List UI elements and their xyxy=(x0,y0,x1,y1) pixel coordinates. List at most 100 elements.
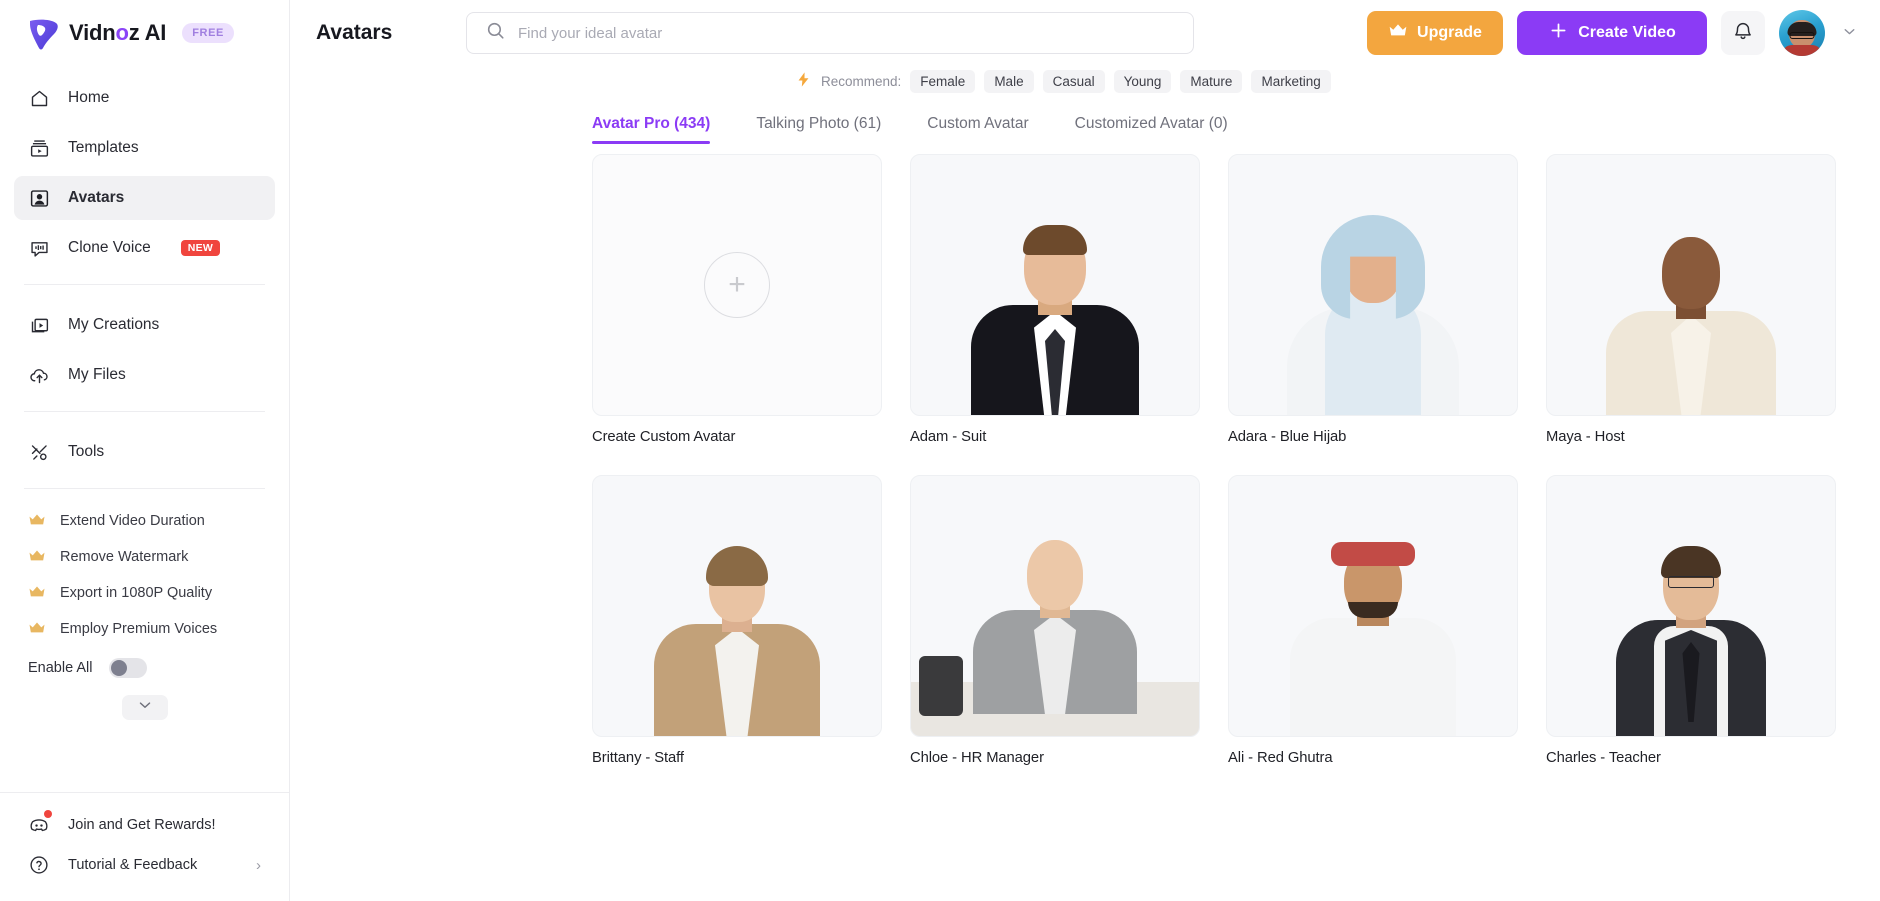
crown-icon xyxy=(28,620,46,638)
toggle-knob xyxy=(110,660,127,676)
premium-perks-list: Extend Video Duration Remove Watermark E… xyxy=(0,497,289,647)
crown-icon xyxy=(1388,22,1408,44)
avatar-grid-scroll[interactable]: + Create Custom Avatar Adam - Suit Adara… xyxy=(290,144,1880,901)
sidebar-item-label: Clone Voice xyxy=(68,239,151,256)
avatar-tabs: Avatar Pro (434) Talking Photo (61) Cust… xyxy=(290,96,1880,144)
perk-label: Export in 1080P Quality xyxy=(60,585,213,601)
avatar-thumbnail[interactable] xyxy=(592,475,882,737)
sidebar-item-join-rewards[interactable]: Join and Get Rewards! xyxy=(14,805,275,845)
avatar-card-charles-teacher[interactable]: Charles - Teacher xyxy=(1546,475,1836,766)
account-chevron-down-icon[interactable] xyxy=(1841,23,1858,43)
brand-name-o: o xyxy=(115,20,129,45)
sidebar-item-tutorial-feedback[interactable]: Tutorial & Feedback › xyxy=(14,845,275,885)
avatar-thumbnail[interactable] xyxy=(1546,154,1836,416)
recommend-row: Recommend: Female Male Casual Young Matu… xyxy=(290,66,1880,96)
tab-customized-avatar[interactable]: Customized Avatar (0) xyxy=(1075,115,1228,144)
sidebar-item-label: Home xyxy=(68,89,110,106)
primary-nav: Home Templates Avatars Clone Voice NEW xyxy=(0,66,289,276)
avatar-card-ali-red-ghutra[interactable]: Ali - Red Ghutra xyxy=(1228,475,1518,766)
avatar-grid: + Create Custom Avatar Adam - Suit Adara… xyxy=(592,154,1858,766)
recommend-tag-casual[interactable]: Casual xyxy=(1042,69,1105,93)
avatar-thumbnail[interactable] xyxy=(1228,475,1518,737)
brand-name-part1: Vidn xyxy=(69,20,116,45)
notifications-button[interactable] xyxy=(1721,11,1765,55)
perk-export-1080p[interactable]: Export in 1080P Quality xyxy=(14,575,275,611)
sidebar-item-label: Avatars xyxy=(68,189,125,206)
avatar-figure xyxy=(1547,155,1835,415)
avatar-card-adam-suit[interactable]: Adam - Suit xyxy=(910,154,1200,445)
avatar-thumbnail[interactable] xyxy=(910,154,1200,416)
avatar[interactable] xyxy=(1779,10,1825,56)
avatar-thumbnail[interactable] xyxy=(910,475,1200,737)
avatar-figure xyxy=(1229,155,1517,415)
tab-talking-photo[interactable]: Talking Photo (61) xyxy=(756,115,881,144)
sidebar-item-my-creations[interactable]: My Creations xyxy=(14,303,275,347)
avatar-thumbnail[interactable]: + xyxy=(592,154,882,416)
sidebar-item-templates[interactable]: Templates xyxy=(14,126,275,170)
chevron-down-icon xyxy=(136,696,154,719)
upgrade-button[interactable]: Upgrade xyxy=(1367,11,1503,55)
my-creations-icon xyxy=(28,314,50,336)
recommend-tag-mature[interactable]: Mature xyxy=(1180,69,1243,93)
brand-name-part2: z AI xyxy=(128,20,167,45)
avatar-card-label: Maya - Host xyxy=(1546,429,1625,445)
top-bar: Avatars Upgrade xyxy=(290,0,1880,66)
search-bar[interactable] xyxy=(466,12,1194,54)
recommend-label: Recommend: xyxy=(821,73,902,89)
sidebar-item-my-files[interactable]: My Files xyxy=(14,353,275,397)
create-video-button-label: Create Video xyxy=(1578,24,1676,41)
enable-all-label: Enable All xyxy=(28,660,93,676)
sidebar-item-tools[interactable]: Tools xyxy=(14,430,275,474)
recommend-tag-female[interactable]: Female xyxy=(910,69,976,93)
perk-label: Extend Video Duration xyxy=(60,513,205,529)
avatar-card-create-custom[interactable]: + Create Custom Avatar xyxy=(592,154,882,445)
avatar-thumbnail[interactable] xyxy=(1546,475,1836,737)
recommend-tag-young[interactable]: Young xyxy=(1113,69,1172,93)
create-video-button[interactable]: Create Video xyxy=(1517,11,1707,55)
recommend-tag-marketing[interactable]: Marketing xyxy=(1251,69,1331,93)
avatar-card-chloe-hr-manager[interactable]: Chloe - HR Manager xyxy=(910,475,1200,766)
sidebar-item-label: My Files xyxy=(68,366,126,383)
avatar-shirt xyxy=(1782,45,1822,56)
page-title: Avatars xyxy=(316,21,393,44)
brand-logo-area[interactable]: Vidnoz AI FREE xyxy=(0,0,289,66)
sidebar-divider-1 xyxy=(24,284,265,285)
plus-icon: + xyxy=(704,252,770,318)
sidebar-item-label: Tools xyxy=(68,443,105,460)
sidebar-item-label: Templates xyxy=(68,139,139,156)
sidebar: Vidnoz AI FREE Home Templates Avatars Cl… xyxy=(0,0,290,901)
question-circle-icon xyxy=(28,854,50,876)
sidebar-divider-3 xyxy=(24,488,265,489)
perk-extend-video-duration[interactable]: Extend Video Duration xyxy=(14,503,275,539)
sidebar-collapse-button[interactable] xyxy=(121,695,168,720)
avatar-thumbnail[interactable] xyxy=(1228,154,1518,416)
perk-remove-watermark[interactable]: Remove Watermark xyxy=(14,539,275,575)
search-icon xyxy=(485,20,506,46)
recommend-tag-male[interactable]: Male xyxy=(984,69,1034,93)
tab-custom-avatar[interactable]: Custom Avatar xyxy=(927,115,1028,144)
crown-icon xyxy=(28,548,46,566)
sidebar-divider-2 xyxy=(24,411,265,412)
avatar-card-label: Brittany - Staff xyxy=(592,750,684,766)
avatar-card-maya-host[interactable]: Maya - Host xyxy=(1546,154,1836,445)
avatar-card-label: Create Custom Avatar xyxy=(592,429,736,445)
tab-avatar-pro[interactable]: Avatar Pro (434) xyxy=(592,115,711,144)
sidebar-item-avatars[interactable]: Avatars xyxy=(14,176,275,220)
plus-icon xyxy=(1548,20,1569,46)
plan-badge: FREE xyxy=(182,23,234,43)
sidebar-item-clone-voice[interactable]: Clone Voice NEW xyxy=(14,226,275,270)
enable-all-toggle[interactable] xyxy=(108,658,147,678)
sidebar-item-label: Tutorial & Feedback xyxy=(68,857,198,873)
sidebar-item-home[interactable]: Home xyxy=(14,76,275,120)
crown-icon xyxy=(28,584,46,602)
perk-premium-voices[interactable]: Employ Premium Voices xyxy=(14,611,275,647)
avatar-figure xyxy=(911,476,1199,736)
clone-voice-icon xyxy=(28,237,50,259)
search-input[interactable] xyxy=(518,24,1175,42)
avatar-card-label: Ali - Red Ghutra xyxy=(1228,750,1333,766)
top-bar-actions: Upgrade Create Video xyxy=(1367,10,1858,56)
avatar-card-label: Chloe - HR Manager xyxy=(910,750,1044,766)
upgrade-button-label: Upgrade xyxy=(1417,24,1482,41)
avatar-card-adara-blue-hijab[interactable]: Adara - Blue Hijab xyxy=(1228,154,1518,445)
avatar-card-brittany-staff[interactable]: Brittany - Staff xyxy=(592,475,882,766)
